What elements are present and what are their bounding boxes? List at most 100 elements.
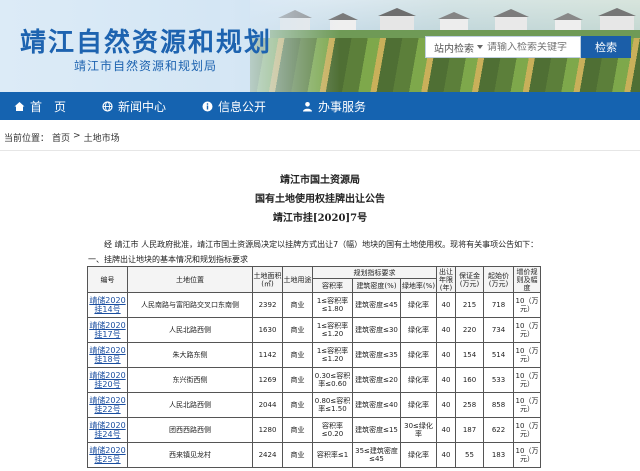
cell-use: 商业 — [282, 417, 313, 443]
header-far: 容积率 — [312, 278, 353, 293]
cell-deposit: 187 — [455, 417, 484, 443]
cell-area: 2424 — [252, 442, 283, 468]
search-scope-label: 站内检索 — [434, 43, 474, 55]
info-icon — [202, 101, 213, 112]
lot-link[interactable]: 靖储2020挂17号 — [89, 321, 127, 339]
search-scope-dropdown[interactable]: 站内检索 — [426, 40, 487, 55]
header-location: 土地位置 — [127, 266, 253, 293]
breadcrumb-separator: > — [73, 131, 81, 141]
cell-term: 40 — [436, 367, 456, 393]
lot-link[interactable]: 靖储2020挂25号 — [89, 446, 127, 464]
cell-use: 商业 — [282, 342, 313, 368]
search-button[interactable]: 检索 — [581, 36, 631, 58]
lot-link[interactable]: 靖储2020挂18号 — [89, 346, 127, 364]
land-table: 编号 土地位置 土地面积(㎡) 土地用途 规划指标要求 出让年限(年) 保证金(… — [87, 266, 541, 468]
nav-item-home[interactable]: 首 页 — [0, 92, 88, 120]
cell-start-price: 183 — [483, 442, 514, 468]
nav-label: 首 页 — [30, 99, 67, 114]
breadcrumb-land-market-link[interactable]: 土地市场 — [84, 131, 120, 144]
cell-deposit: 154 — [455, 342, 484, 368]
cell-use: 商业 — [282, 392, 313, 418]
cell-term: 40 — [436, 392, 456, 418]
table-row: 靖储2020挂14号 人民南路与富阳路交叉口东南侧 2392 商业 1≤容积率≤… — [87, 292, 541, 318]
table-row: 靖储2020挂24号 团西西路西侧 1280 商业 容积率≤0.20 建筑密度≤… — [87, 417, 541, 443]
table-row: 靖储2020挂18号 朱大路东侧 1142 商业 1≤容积率≤1.20 建筑密度… — [87, 342, 541, 368]
cell-area: 2044 — [252, 392, 283, 418]
header-planning: 规划指标要求 — [312, 266, 437, 279]
nav-item-service[interactable]: 办事服务 — [288, 92, 388, 120]
header-use: 土地用途 — [282, 266, 313, 293]
table-row: 靖储2020挂22号 人民北路西侧 2044 商业 0.80≤容积率≤1.50 … — [87, 392, 541, 418]
lot-link[interactable]: 靖储2020挂20号 — [89, 371, 127, 389]
cell-density: 建筑密度≤45 — [352, 292, 401, 318]
cell-deposit: 215 — [455, 292, 484, 318]
breadcrumb-home-link[interactable]: 首页 — [52, 131, 70, 144]
header-code: 编号 — [87, 266, 128, 293]
cell-green: 绿化率 — [400, 317, 437, 343]
cell-location: 团西西路西侧 — [127, 417, 253, 443]
breadcrumb-prefix: 当前位置： — [4, 134, 50, 144]
cell-deposit: 160 — [455, 367, 484, 393]
cell-start-price: 734 — [483, 317, 514, 343]
header-area: 土地面积(㎡) — [252, 266, 283, 293]
cell-term: 40 — [436, 442, 456, 468]
section-heading: 一、挂牌出让地块的基本情况和规划指标要求 — [88, 255, 248, 264]
nav-item-news[interactable]: 新闻中心 — [88, 92, 188, 120]
lot-link[interactable]: 靖储2020挂24号 — [89, 421, 127, 439]
nav-item-info[interactable]: 信息公开 — [188, 92, 288, 120]
cell-location: 东兴街西侧 — [127, 367, 253, 393]
cell-increment: 10（万元） — [513, 367, 541, 393]
cell-term: 40 — [436, 417, 456, 443]
cell-use: 商业 — [282, 317, 313, 343]
divider — [0, 150, 640, 151]
cell-area: 1280 — [252, 417, 283, 443]
cell-far: 容积率≤1 — [312, 442, 353, 468]
cell-far: 1≤容积率≤1.20 — [312, 342, 353, 368]
cell-deposit: 220 — [455, 317, 484, 343]
cell-density: 建筑密度≤40 — [352, 392, 401, 418]
main-nav: 首 页 新闻中心 信息公开 办事服务 — [0, 92, 640, 120]
cell-density: 建筑密度≤35 — [352, 342, 401, 368]
cell-increment: 10（万元） — [513, 417, 541, 443]
cell-start-price: 858 — [483, 392, 514, 418]
article-intro: 经 靖江市 人民政府批准，靖江市国土资源局决定以挂牌方式出让7（幅）地块的国有土… — [104, 240, 539, 249]
cell-green: 绿化率 — [400, 342, 437, 368]
cell-use: 商业 — [282, 292, 313, 318]
cell-green: 绿化率 — [400, 367, 437, 393]
site-title[interactable]: 靖江自然资源和规划 — [20, 22, 272, 59]
cell-green: 绿化率 — [400, 292, 437, 318]
cell-deposit: 55 — [455, 442, 484, 468]
header-density: 建筑密度(%) — [352, 278, 401, 293]
lot-link[interactable]: 靖储2020挂14号 — [89, 296, 127, 314]
cell-density: 建筑密度≤15 — [352, 417, 401, 443]
cell-green: 绿化率 — [400, 392, 437, 418]
cell-increment: 10（万元） — [513, 317, 541, 343]
cell-term: 40 — [436, 342, 456, 368]
cell-far: 1≤容积率≤1.80 — [312, 292, 353, 318]
cell-location: 人民南路与富阳路交叉口东南侧 — [127, 292, 253, 318]
site-subtitle: 靖江市自然资源和规划局 — [74, 59, 218, 73]
cell-increment: 10（万元） — [513, 442, 541, 468]
cell-start-price: 533 — [483, 367, 514, 393]
chevron-down-icon — [477, 45, 483, 49]
header-deposit: 保证金(万元) — [455, 266, 484, 293]
cell-area: 1269 — [252, 367, 283, 393]
home-icon — [14, 101, 25, 112]
nav-label: 办事服务 — [318, 99, 367, 114]
cell-area: 1630 — [252, 317, 283, 343]
globe-icon — [102, 100, 113, 112]
search-input[interactable] — [487, 41, 573, 53]
cell-location: 人民北路西侧 — [127, 392, 253, 418]
article-number: 靖江市挂[2020]7号 — [272, 213, 368, 224]
cell-area: 2392 — [252, 292, 283, 318]
cell-area: 1142 — [252, 342, 283, 368]
cell-term: 40 — [436, 292, 456, 318]
cell-use: 商业 — [282, 367, 313, 393]
cell-far: 容积率≤0.20 — [312, 417, 353, 443]
cell-far: 0.80≤容积率≤1.50 — [312, 392, 353, 418]
cell-location: 西来镇见龙村 — [127, 442, 253, 468]
header-start-price: 起始价(万元) — [483, 266, 514, 293]
site-banner: 靖江自然资源和规划 靖江市自然资源和规划局 站内检索 检索 — [0, 0, 640, 92]
lot-link[interactable]: 靖储2020挂22号 — [89, 396, 127, 414]
cell-far: 1≤容积率≤1.20 — [312, 317, 353, 343]
